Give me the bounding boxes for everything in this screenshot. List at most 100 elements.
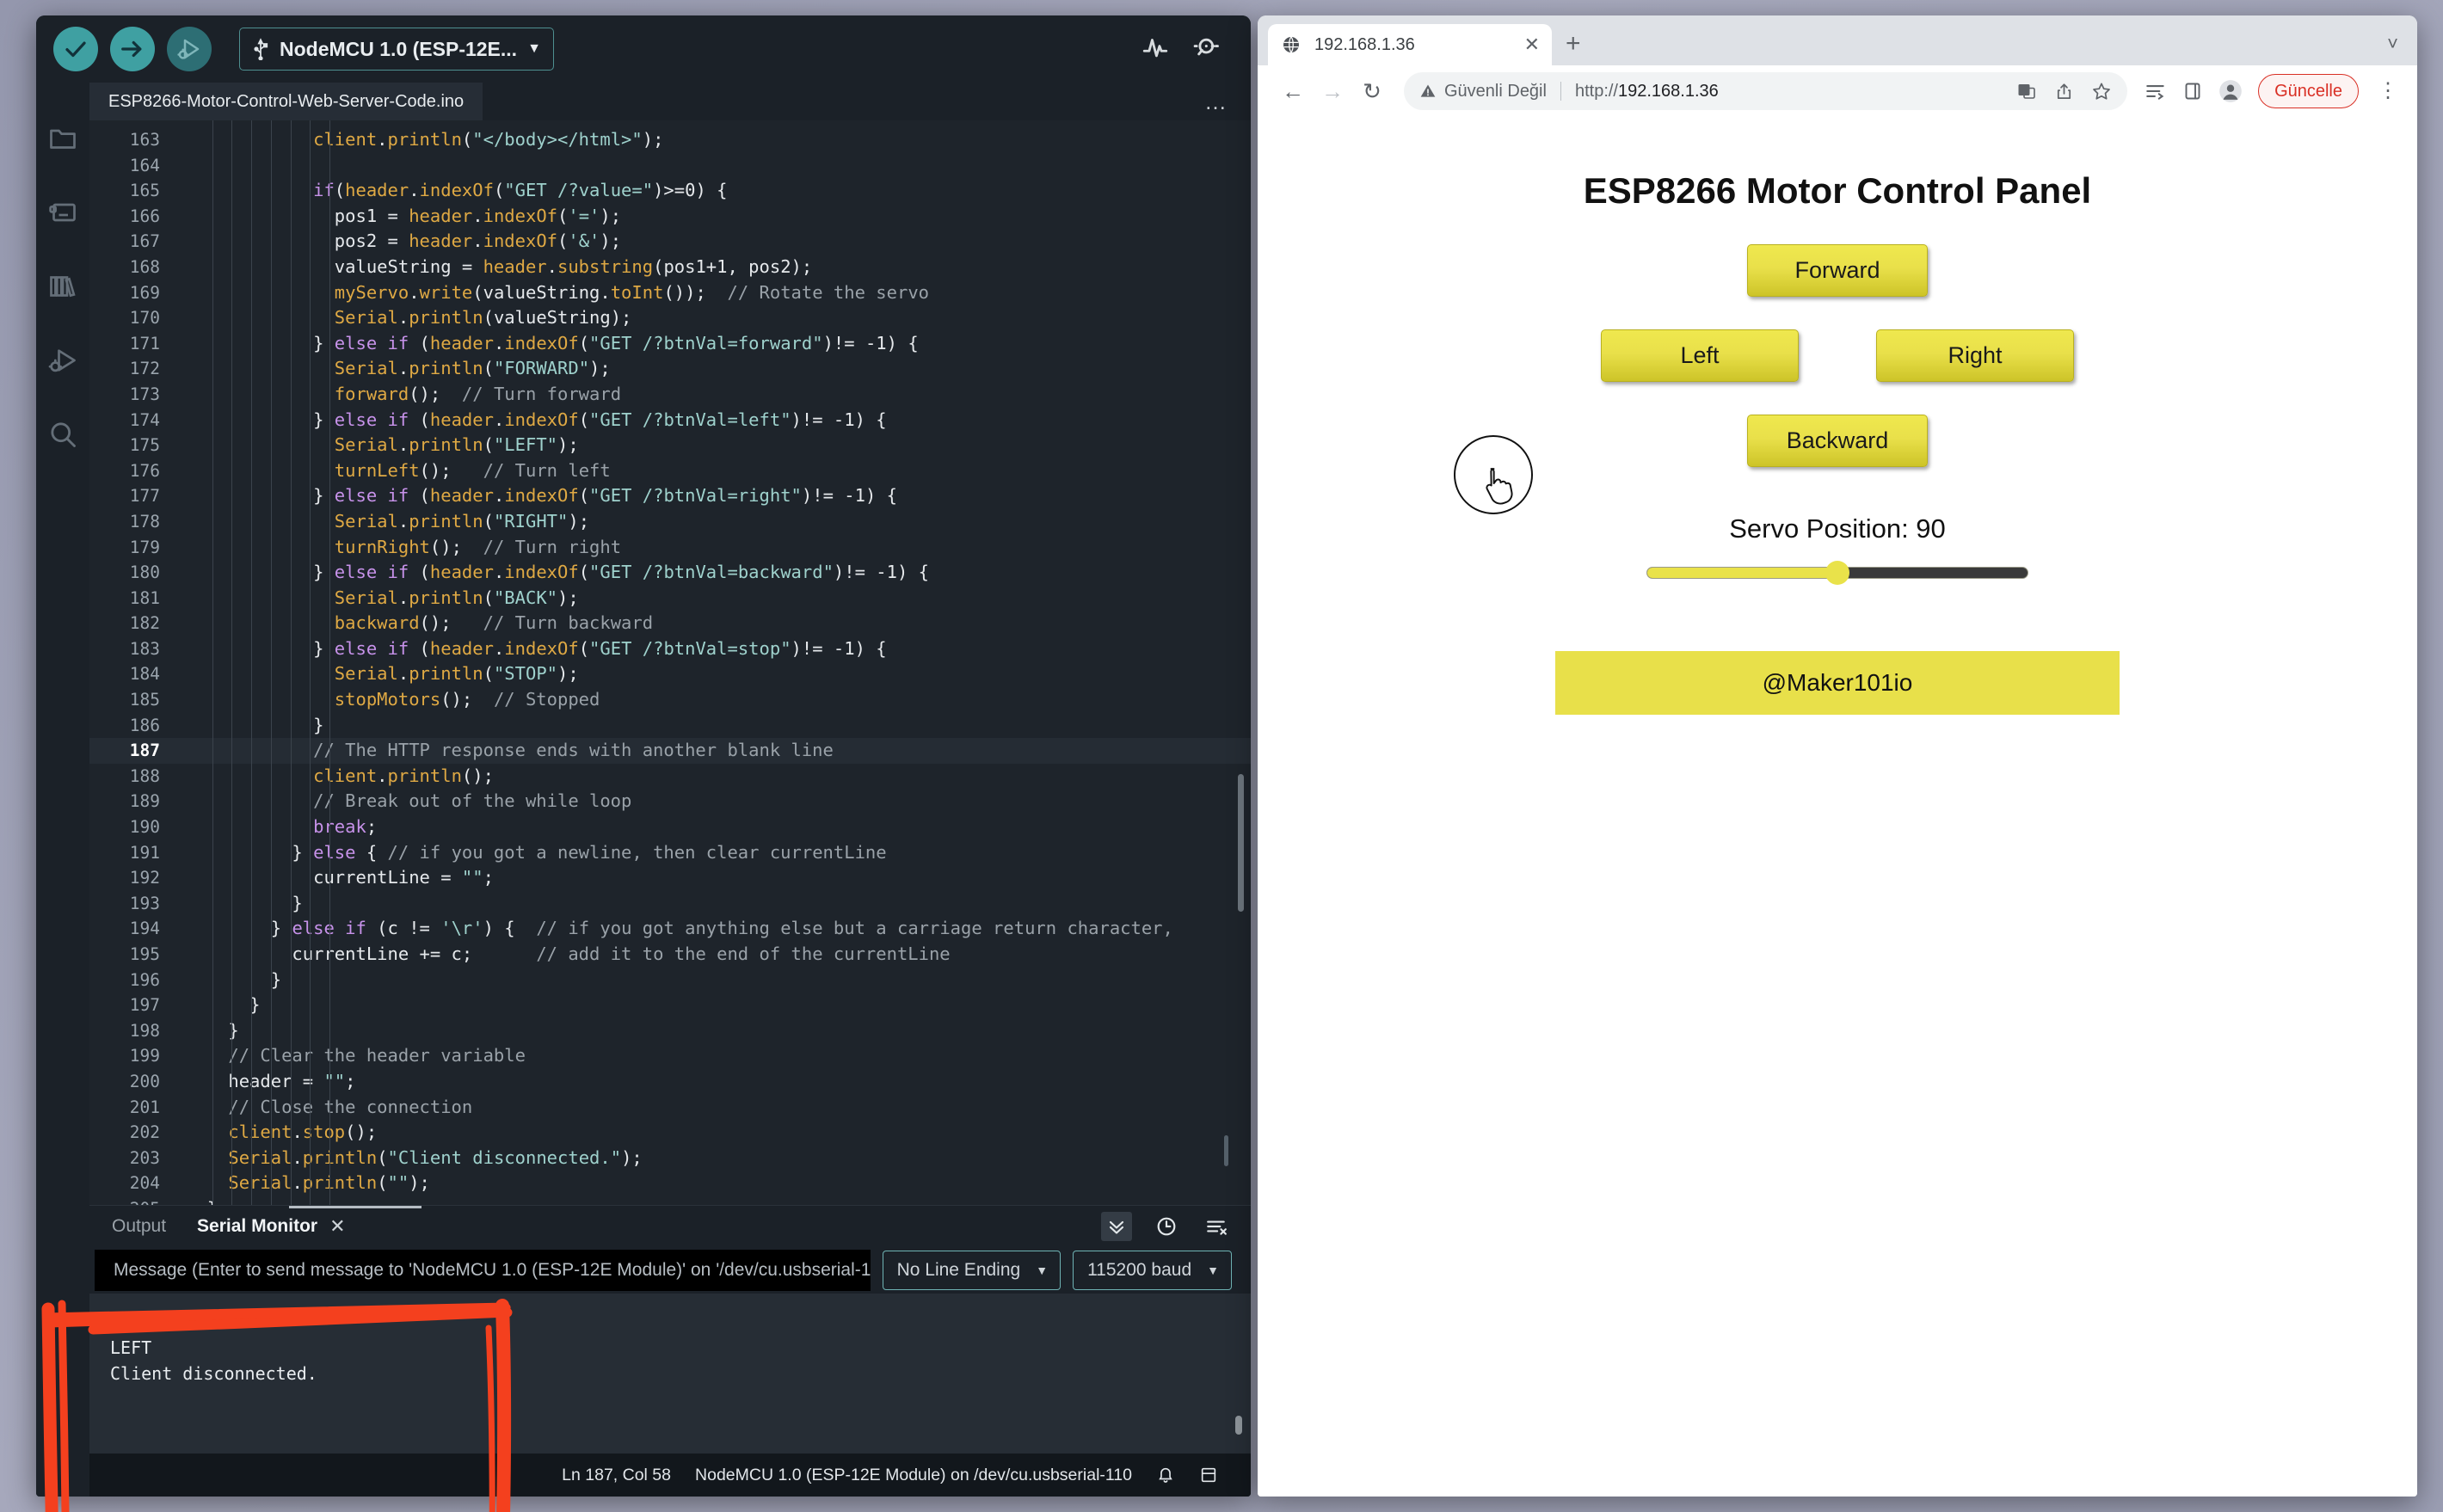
verify-button[interactable] [53, 27, 98, 71]
indent-guide [231, 120, 232, 1205]
right-button[interactable]: Right [1876, 329, 2074, 382]
share-icon[interactable] [2054, 82, 2074, 101]
close-tab-icon[interactable]: ✕ [1524, 34, 1540, 56]
serial-message-input[interactable]: Message (Enter to send message to 'NodeM… [95, 1250, 871, 1291]
line-number: 202 [89, 1120, 182, 1146]
code-token: ) { [483, 918, 515, 938]
left-button[interactable]: Left [1601, 329, 1799, 382]
browser-tab-title: 192.168.1.36 [1314, 35, 1512, 55]
code-token: indexOf [504, 333, 578, 353]
security-warning[interactable]: Güvenli Değil [1419, 82, 1547, 101]
code-token: (c != [366, 918, 440, 938]
upload-button[interactable] [110, 27, 155, 71]
code-token: )>= [653, 180, 685, 200]
baud-rate-select[interactable]: 115200 baud ▼ [1073, 1251, 1232, 1290]
code-line: 164 [89, 153, 1251, 179]
serial-output[interactable]: LEFT Client disconnected. [89, 1294, 1251, 1454]
code-token: "RIGHT" [494, 511, 568, 532]
code-token: "GET /?btnVal=stop" [589, 638, 791, 659]
code-token: header [345, 180, 409, 200]
tab-output[interactable]: Output [112, 1216, 166, 1237]
arrow-right-icon [120, 36, 145, 62]
sidebar-item-debug[interactable] [45, 342, 81, 378]
code-token: header [430, 485, 494, 506]
code-token: client [313, 765, 377, 786]
side-panel-icon[interactable] [2182, 81, 2203, 101]
code-text: } [182, 713, 323, 739]
line-ending-select[interactable]: No Line Ending ▼ [883, 1251, 1061, 1290]
forward-button[interactable]: → [1313, 71, 1352, 111]
code-token: println [409, 511, 483, 532]
reading-list-icon[interactable] [2145, 80, 2167, 102]
code-token: ); [791, 256, 813, 277]
indent-guide [291, 120, 292, 1205]
reload-button[interactable]: ↻ [1352, 71, 1392, 111]
omnibox-actions: G [2016, 81, 2112, 101]
left-right-row: Left Right [1258, 329, 2417, 382]
code-line: 167 pos2 = header.indexOf('&'); [89, 229, 1251, 255]
code-token: )!= - [834, 562, 887, 582]
sidebar-item-search[interactable] [45, 416, 81, 452]
profile-avatar[interactable] [2218, 79, 2243, 103]
code-token: ( [483, 307, 494, 328]
code-text: } else { // if you got a newline, then c… [182, 840, 887, 866]
debug-button[interactable] [167, 27, 212, 71]
clear-output-icon[interactable] [1201, 1212, 1232, 1241]
tab-list-chevron-icon[interactable]: ˅ [2387, 33, 2417, 55]
page-title: ESP8266 Motor Control Panel [1258, 170, 2417, 212]
file-tab[interactable]: ESP8266-Motor-Control-Web-Server-Code.in… [89, 83, 483, 120]
editor-scrollbar[interactable] [1238, 774, 1244, 912]
serial-monitor-icon[interactable] [1192, 33, 1222, 66]
sidebar-item-library-manager[interactable] [45, 268, 81, 304]
code-text: } else if (c != '\r') { // if you got an… [182, 916, 1173, 942]
tab-serial-monitor[interactable]: Serial Monitor [197, 1216, 317, 1237]
code-text: Serial.println("STOP"); [182, 661, 579, 687]
line-number: 178 [89, 509, 182, 535]
update-button[interactable]: Güncelle [2258, 74, 2359, 108]
forward-button[interactable]: Forward [1747, 244, 1928, 297]
browser-tab[interactable]: 192.168.1.36 ✕ [1268, 24, 1552, 65]
sidebar-item-boards-manager[interactable] [45, 194, 81, 230]
timestamp-icon[interactable] [1151, 1212, 1182, 1241]
code-token: ( [409, 562, 430, 582]
bookmark-star-icon[interactable] [2091, 81, 2112, 101]
board-selector[interactable]: NodeMCU 1.0 (ESP-12E... ▼ [239, 28, 554, 71]
code-line: 183 } else if (header.indexOf("GET /?btn… [89, 636, 1251, 662]
code-token: "LEFT" [494, 434, 557, 455]
usb-icon [252, 38, 269, 60]
code-token: // Turn forward [462, 384, 621, 404]
translate-icon[interactable]: G [2016, 81, 2037, 101]
backward-button[interactable]: Backward [1747, 415, 1928, 467]
notifications-bell-icon[interactable] [1156, 1466, 1175, 1484]
address-bar[interactable]: Güvenli Değil http://192.168.1.36 G [1404, 72, 2127, 110]
back-button[interactable]: ← [1273, 71, 1313, 111]
code-editor[interactable]: 163 client.println("</body></html>");164… [89, 120, 1251, 1205]
serial-plotter-icon[interactable] [1141, 33, 1170, 66]
line-number: 190 [89, 814, 182, 840]
code-token: "Client disconnected." [388, 1147, 622, 1168]
servo-slider[interactable] [1646, 567, 2028, 579]
omnibox-divider [1560, 82, 1561, 101]
servo-slider-knob[interactable] [1825, 561, 1849, 585]
code-token: header [430, 333, 494, 353]
serial-output-scrollbar[interactable] [1235, 1416, 1242, 1435]
scroll-to-bottom-icon[interactable] [1101, 1212, 1132, 1241]
code-line: 205 } [89, 1196, 1251, 1205]
code-token: . [377, 129, 387, 150]
baud-rate-value: 115200 baud [1087, 1260, 1191, 1281]
code-token [440, 384, 462, 404]
sidebar-item-sketchbook[interactable] [45, 120, 81, 157]
chrome-menu-icon[interactable]: ⋮ [2374, 81, 2402, 101]
code-token: } [271, 969, 281, 990]
new-tab-button[interactable]: + [1566, 31, 1581, 57]
code-line: 165 if(header.indexOf("GET /?value=")>=0… [89, 178, 1251, 204]
toggle-panel-icon[interactable] [1199, 1466, 1218, 1484]
close-serial-monitor-icon[interactable]: ✕ [329, 1215, 345, 1238]
code-token: "STOP" [494, 663, 557, 684]
activity-bar [36, 83, 89, 1497]
code-line: 190 break; [89, 814, 1251, 840]
editor-minimap-thumb[interactable] [1224, 1135, 1228, 1166]
tab-overflow-button[interactable]: … [1182, 83, 1251, 120]
code-line: 193 } [89, 891, 1251, 917]
code-token: . [398, 434, 409, 455]
